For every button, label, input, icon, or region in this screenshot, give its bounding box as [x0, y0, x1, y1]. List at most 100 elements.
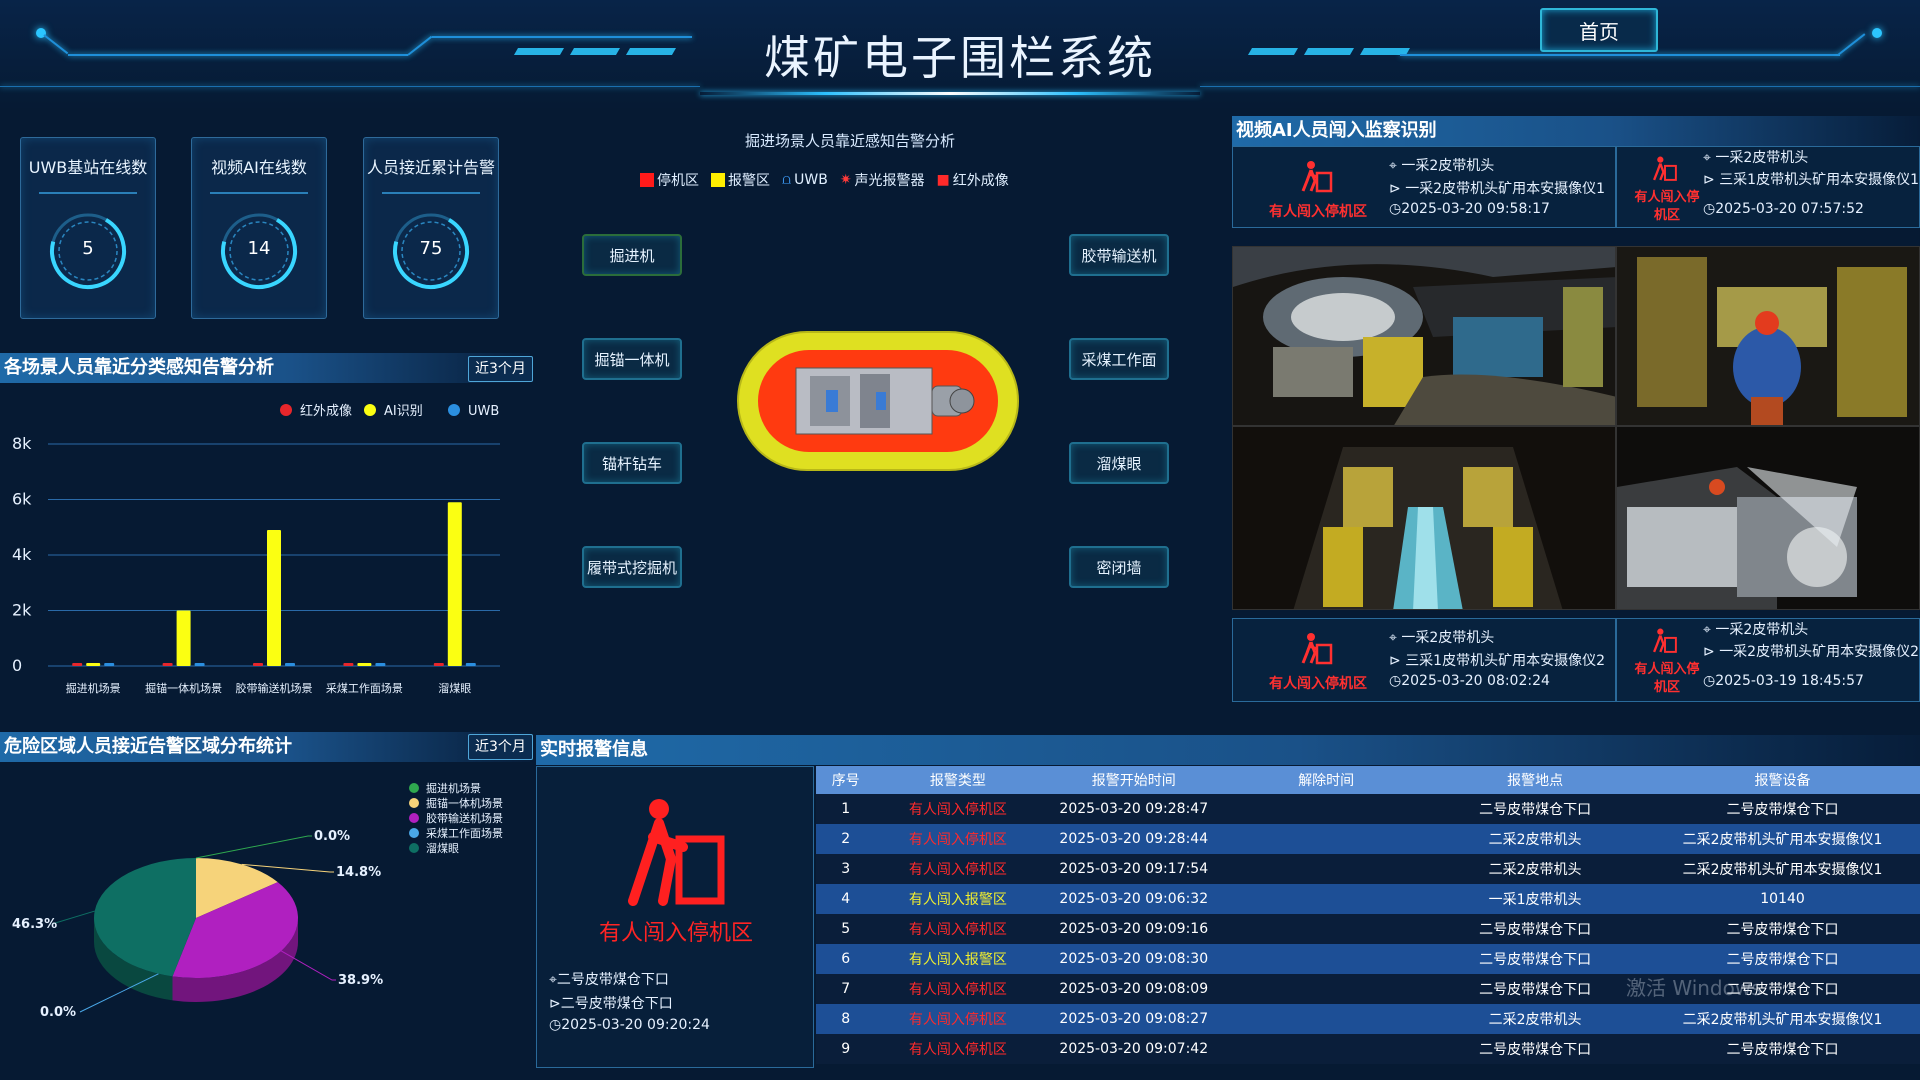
alarm-table: 序号 报警类型 报警开始时间 解除时间 报警地点 报警设备 1 有人闯入停机区 20… — [816, 766, 1920, 1064]
camera-feed-1[interactable] — [1232, 246, 1616, 426]
square-icon — [640, 173, 654, 187]
y-tick-label: 6k — [12, 490, 32, 509]
col-header[interactable]: 报警地点 — [1425, 766, 1646, 794]
video-alert-text: 有人闯入停机区 — [1269, 676, 1367, 692]
equip-button-coal-chute[interactable]: 溜煤眼 — [1069, 442, 1169, 484]
video-info-card-2: 有人闯入停机区 ⌖ 一采2皮带机头 ⊳ 三采1皮带机头矿用本安摄像仪1 ◷202… — [1616, 146, 1920, 228]
equip-button-bolter-miner[interactable]: 掘锚一体机 — [582, 338, 682, 380]
current-alarm-type: 有人闯入停机区 — [598, 921, 753, 946]
table-row[interactable]: 2 有人闯入停机区 2025-03-20 09:28:44 二采2皮带机头 二采2皮带机… — [816, 824, 1920, 854]
clock-icon: ◷ — [1703, 673, 1716, 689]
table-cell-no: 5 — [816, 914, 876, 944]
table-row[interactable]: 3 有人闯入停机区 2025-03-20 09:17:54 二采2皮带机头 二采2皮带机… — [816, 854, 1920, 884]
camera-icon: ⊳ — [1703, 644, 1715, 660]
col-header[interactable]: 报警开始时间 — [1040, 766, 1228, 794]
table-cell-no: 7 — [816, 974, 876, 1004]
col-header[interactable]: 报警类型 — [875, 766, 1041, 794]
video-alert-text: 有人闯入停机区 — [1634, 190, 1700, 223]
table-row[interactable]: 8 有人闯入停机区 2025-03-20 09:08:27 二采2皮带机头 二采2皮带机… — [816, 1004, 1920, 1034]
table-cell-device: 二号皮带煤仓下口 — [1645, 1034, 1920, 1064]
header-base-line-right — [1200, 86, 1920, 87]
intrusion-alert-icon — [1301, 633, 1333, 665]
table-cell-no: 6 — [816, 944, 876, 974]
legend-label: 胶带输送机场景 — [426, 811, 503, 825]
location-pin-icon: ⌖ — [1703, 150, 1711, 166]
legend-label: AI识别 — [384, 404, 423, 419]
col-header[interactable]: 解除时间 — [1227, 766, 1426, 794]
table-row[interactable]: 9 有人闯入停机区 2025-03-20 09:07:42 二号皮带煤仓下口 二号皮带煤… — [816, 1034, 1920, 1064]
table-cell-place: 二号皮带煤仓下口 — [1425, 794, 1646, 824]
y-tick-label: 0 — [12, 656, 22, 675]
pie-label: 38.9% — [338, 973, 383, 988]
center-legend: 停机区 报警区 ⩍ UWB ✷ 声光报警器 ■ 红外成像 — [640, 170, 1009, 190]
stat-label: 视频AI在线数 — [211, 158, 307, 177]
table-cell-end — [1227, 884, 1426, 914]
roadheader-zone-diagram — [737, 331, 1019, 471]
camera-feed-2[interactable] — [1616, 246, 1920, 426]
legend-label: 停机区 — [657, 173, 699, 189]
stat-divider — [210, 192, 308, 194]
table-cell-start: 2025-03-20 09:09:16 — [1040, 914, 1228, 944]
camera-feed-4[interactable] — [1616, 426, 1920, 610]
table-row[interactable]: 1 有人闯入停机区 2025-03-20 09:28:47 二号皮带煤仓下口 二号皮带煤… — [816, 794, 1920, 824]
bar — [357, 663, 372, 666]
legend-alarm-zone: 报警区 — [711, 170, 770, 190]
equip-button-coal-face[interactable]: 采煤工作面 — [1069, 338, 1169, 380]
bar — [343, 663, 354, 666]
table-cell-no: 1 — [816, 794, 876, 824]
current-alarm-card: 有人闯入停机区 ⌖二号皮带煤仓下口 ⊳二号皮带煤仓下口 ◷2025-03-20 … — [536, 766, 814, 1068]
pie-label: 46.3% — [12, 917, 57, 932]
zone-range-selector[interactable]: 近3个月 — [468, 734, 533, 760]
equip-button-bolting-rig[interactable]: 锚杆钻车 — [582, 442, 682, 484]
table-cell-end — [1227, 974, 1426, 1004]
col-header[interactable]: 序号 — [816, 766, 876, 794]
table-cell-end — [1227, 794, 1426, 824]
legend-dot — [409, 843, 419, 853]
y-tick-label: 8k — [12, 434, 32, 453]
equip-button-crawler-excavator[interactable]: 履带式挖掘机 — [582, 546, 682, 588]
scene-range-selector[interactable]: 近3个月 — [468, 356, 533, 382]
pie-label: 0.0% — [40, 1005, 76, 1020]
table-cell-place: 二采2皮带机头 — [1425, 854, 1646, 884]
equip-button-belt-conveyor[interactable]: 胶带输送机 — [1069, 234, 1169, 276]
clock-icon: ◷ — [1389, 673, 1402, 689]
table-cell-place: 二采2皮带机头 — [1425, 1004, 1646, 1034]
equip-button-roadheader[interactable]: 掘进机 — [582, 234, 682, 276]
legend-label: 报警区 — [728, 173, 770, 189]
pie-leader — [51, 910, 95, 925]
table-cell-start: 2025-03-20 09:08:27 — [1040, 1004, 1228, 1034]
home-button[interactable]: 首页 — [1540, 8, 1658, 52]
location-pin-icon: ⌖ — [549, 972, 557, 988]
table-cell-place: 二号皮带煤仓下口 — [1425, 1034, 1646, 1064]
video-info-card-3: 有人闯入停机区 ⌖ 一采2皮带机头 ⊳ 三采1皮带机头矿用本安摄像仪2 ◷202… — [1232, 618, 1616, 702]
stat-divider — [382, 192, 480, 194]
table-row[interactable]: 4 有人闯入报警区 2025-03-20 09:06:32 一采1皮带机头 10140 — [816, 884, 1920, 914]
current-alarm-device: ⊳二号皮带煤仓下口 — [549, 996, 673, 1012]
page-title: 煤矿电子围栏系统 — [764, 31, 1156, 85]
table-cell-type: 有人闯入停机区 — [875, 914, 1041, 944]
table-cell-no: 4 — [816, 884, 876, 914]
stat-value: 14 — [247, 238, 271, 259]
camera-feed-3[interactable] — [1232, 426, 1616, 610]
table-row[interactable]: 6 有人闯入报警区 2025-03-20 09:08:30 二号皮带煤仓下口 二号皮带煤… — [816, 944, 1920, 974]
legend-label: 采煤工作面场景 — [426, 826, 503, 840]
legend-dot — [409, 783, 419, 793]
table-cell-start: 2025-03-20 09:06:32 — [1040, 884, 1228, 914]
table-cell-type: 有人闯入停机区 — [875, 1034, 1041, 1064]
x-tick-label: 采煤工作面场景 — [326, 681, 403, 695]
table-cell-type: 有人闯入停机区 — [875, 974, 1041, 1004]
bar — [267, 530, 281, 666]
bar — [194, 663, 205, 666]
table-cell-end — [1227, 944, 1426, 974]
bar — [465, 663, 476, 666]
video-alert-text: 有人闯入停机区 — [1269, 204, 1367, 220]
table-cell-type: 有人闯入停机区 — [875, 794, 1041, 824]
stat-label: UWB基站在线数 — [28, 158, 148, 177]
table-row[interactable]: 5 有人闯入停机区 2025-03-20 09:09:16 二号皮带煤仓下口 二号皮带煤… — [816, 914, 1920, 944]
bar — [447, 502, 462, 666]
table-cell-start: 2025-03-20 09:17:54 — [1040, 854, 1228, 884]
equip-button-seal-wall[interactable]: 密闭墙 — [1069, 546, 1169, 588]
siren-icon: ✷ — [839, 172, 852, 188]
col-header[interactable]: 报警设备 — [1645, 766, 1920, 794]
table-cell-device: 二号皮带煤仓下口 — [1645, 914, 1920, 944]
